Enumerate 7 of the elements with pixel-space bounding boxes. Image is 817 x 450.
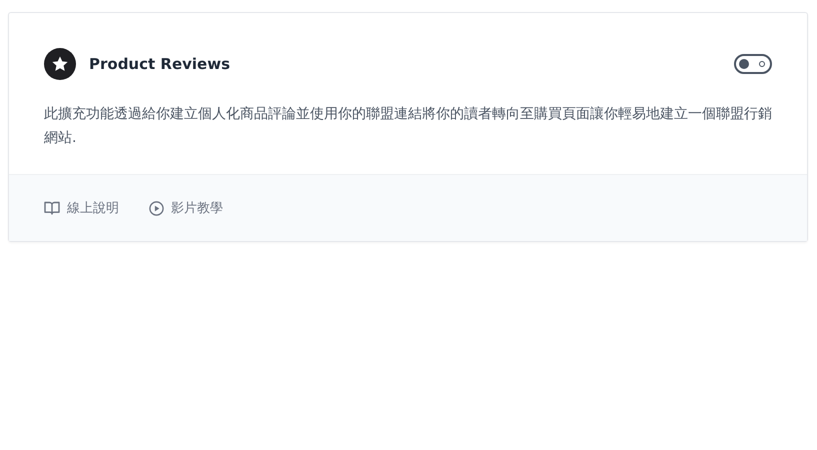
play-icon [149,200,164,216]
documentation-link[interactable]: 線上說明 [44,199,119,217]
book-icon [44,201,60,215]
extension-title: Product Reviews [89,55,231,73]
toggle-switch[interactable] [734,54,772,74]
extension-description: 此擴充功能透過給你建立個人化商品評論並使用你的聯盟連結將你的讀者轉向至購買頁面讓你輕易地建立一個聯盟行銷網站. [44,105,772,148]
video-tutorial-link[interactable]: 影片教學 [149,199,223,217]
